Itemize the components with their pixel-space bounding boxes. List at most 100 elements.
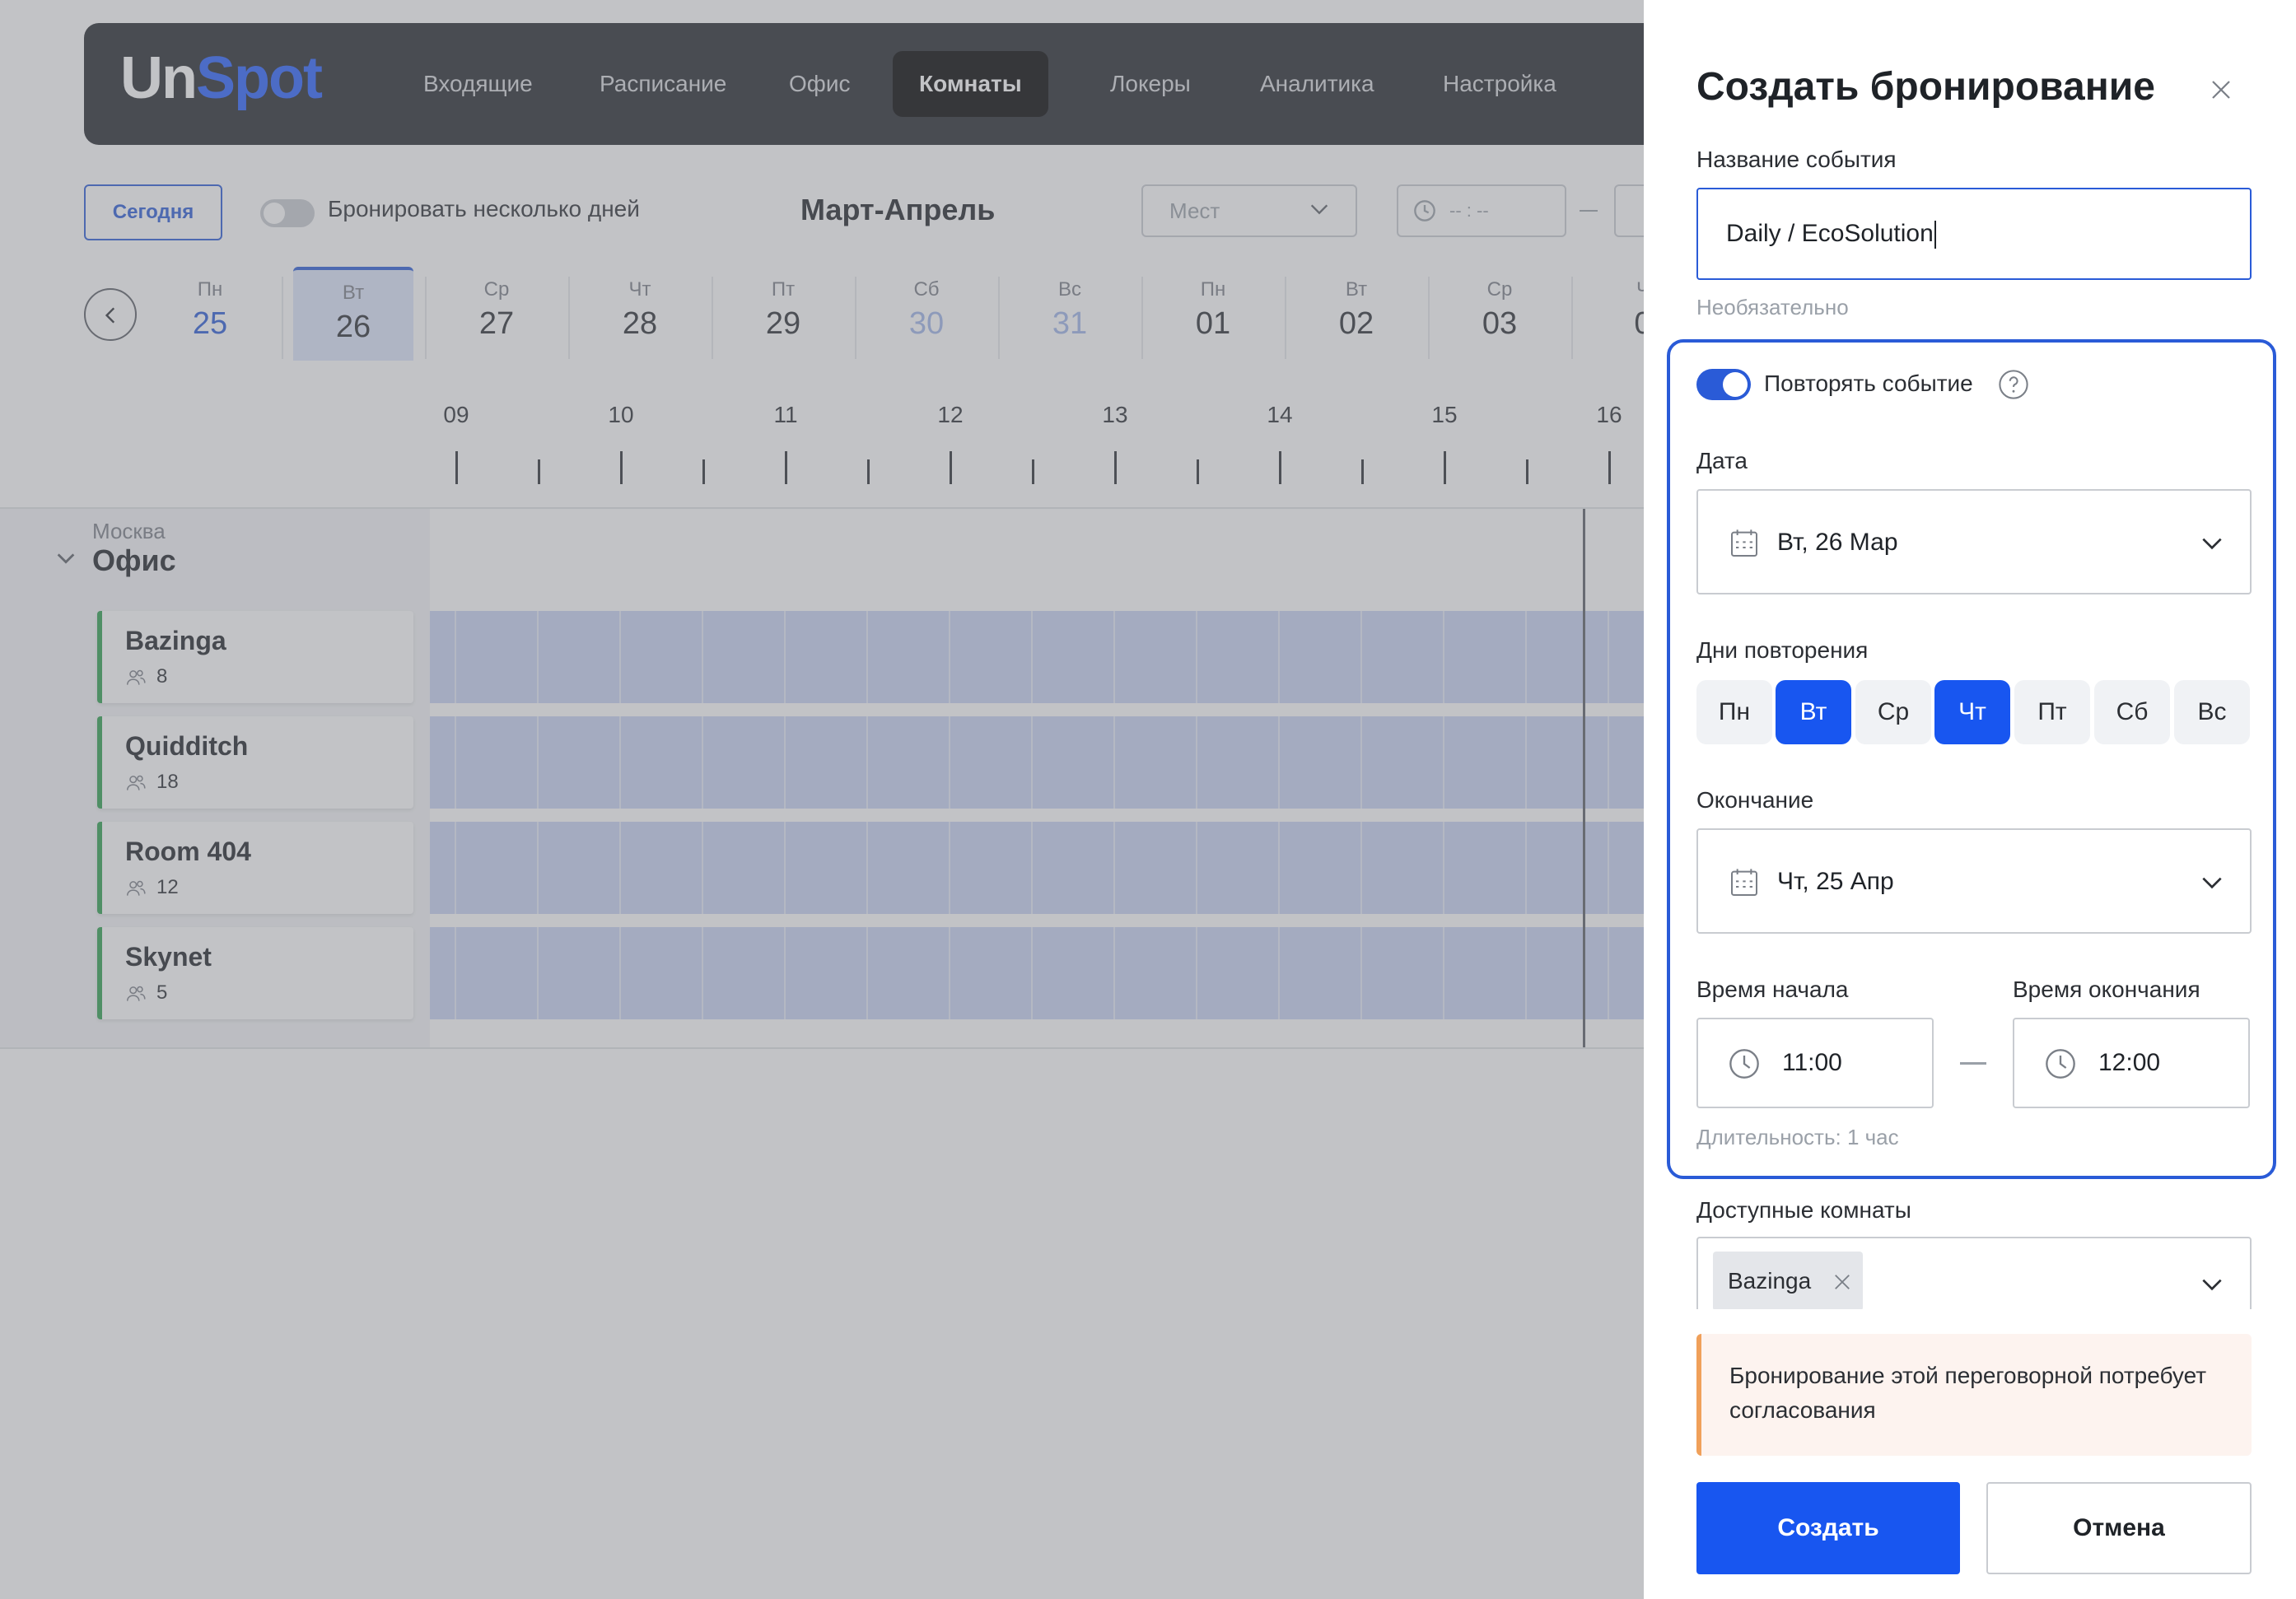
repeat-day-button[interactable]: Вт <box>1776 680 1851 744</box>
time-slot-divider <box>702 716 703 809</box>
room-timeline-row[interactable] <box>430 822 1644 914</box>
day-column[interactable]: Ч0 <box>1583 267 1644 361</box>
remove-icon[interactable] <box>1833 1273 1851 1291</box>
nav-item-analytics[interactable]: Аналитика <box>1234 51 1401 117</box>
day-name: Пн <box>1200 278 1226 301</box>
time-filter-start[interactable]: -- : -- <box>1397 184 1566 237</box>
chevron-down-icon <box>2202 538 2222 550</box>
day-column[interactable]: Пн 25 <box>150 267 270 361</box>
time-slot-divider <box>619 716 621 809</box>
create-booking-drawer: Создать бронирование Название события Da… <box>1644 0 2296 1599</box>
room-timeline-row[interactable] <box>430 927 1644 1019</box>
day-date: 29 <box>765 306 801 341</box>
day-date: 27 <box>478 306 515 341</box>
multi-days-toggle[interactable] <box>260 199 315 227</box>
time-slot-divider <box>619 611 621 703</box>
time-slot-divider <box>1278 716 1280 809</box>
room-timeline-row[interactable] <box>430 716 1644 809</box>
day-column[interactable]: Сб 30 <box>866 267 987 361</box>
day-divider <box>425 277 427 359</box>
room-timeline-row[interactable] <box>430 611 1644 703</box>
time-slot-divider <box>949 927 950 1019</box>
clock-icon <box>2046 1049 2075 1079</box>
day-column[interactable]: Вс 31 <box>1010 267 1130 361</box>
repeat-day-button[interactable]: Вс <box>2174 680 2250 744</box>
repeat-toggle[interactable] <box>1696 369 1751 400</box>
day-date: 30 <box>908 306 945 341</box>
start-time-input[interactable]: 11:00 <box>1696 1018 1934 1108</box>
available-rooms-select[interactable]: Bazinga <box>1696 1237 2252 1309</box>
hour-tick <box>950 451 952 484</box>
calendar-icon <box>1731 529 1757 557</box>
day-date: 28 <box>622 306 658 341</box>
nav-item-rooms[interactable]: Комнаты <box>893 51 1048 117</box>
half-hour-tick <box>538 459 540 484</box>
repeat-day-button[interactable]: Пт <box>2014 680 2090 744</box>
nav-item-inbox[interactable]: Входящие <box>397 51 559 117</box>
help-icon[interactable] <box>1998 369 2029 400</box>
text-caret <box>1934 221 1936 249</box>
hour-tick <box>1608 451 1611 484</box>
places-select[interactable]: Мест <box>1141 184 1357 237</box>
time-slot-divider <box>1525 716 1527 809</box>
day-column[interactable]: Чт 28 <box>580 267 700 361</box>
time-slot-divider <box>1196 927 1197 1019</box>
chevron-down-icon[interactable] <box>54 547 77 570</box>
half-hour-tick <box>1361 459 1364 484</box>
day-date: 26 <box>335 310 371 344</box>
nav-item-schedule[interactable]: Расписание <box>573 51 753 117</box>
start-time-value: 11:00 <box>1782 1049 1842 1076</box>
day-column[interactable]: Пн 01 <box>1153 267 1273 361</box>
day-column[interactable]: Вт 02 <box>1296 267 1416 361</box>
room-card[interactable]: Room 404 12 <box>97 822 413 914</box>
day-column[interactable]: Пт 29 <box>723 267 843 361</box>
date-select[interactable]: Вт, 26 Мар <box>1696 489 2252 594</box>
cancel-button[interactable]: Отмена <box>1986 1482 2252 1574</box>
day-column[interactable]: Ср 27 <box>436 267 557 361</box>
room-card[interactable]: Bazinga 8 <box>97 611 413 703</box>
today-button[interactable]: Сегодня <box>84 184 222 240</box>
repeat-days-label: Дни повторения <box>1696 637 1869 663</box>
time-slot-divider <box>949 716 950 809</box>
period-title: Март-Апрель <box>800 193 996 226</box>
hour-label: 13 <box>1102 402 1128 427</box>
event-name-input[interactable]: Daily / EcoSolution <box>1696 188 2252 280</box>
hour-label: 15 <box>1431 402 1458 427</box>
time-slot-divider <box>1525 927 1527 1019</box>
time-slot-divider <box>1443 611 1444 703</box>
day-column[interactable]: Ср 03 <box>1440 267 1560 361</box>
unspot-logo[interactable]: UnSpot <box>120 44 323 112</box>
create-button[interactable]: Создать <box>1696 1482 1960 1574</box>
time-filter-end[interactable] <box>1614 184 1644 237</box>
chevron-down-icon <box>1310 204 1328 215</box>
day-divider <box>1571 277 1573 359</box>
time-slot-divider <box>1196 716 1197 809</box>
room-card[interactable]: Skynet 5 <box>97 927 413 1019</box>
day-divider <box>855 277 856 359</box>
repeat-day-button[interactable]: Ср <box>1855 680 1931 744</box>
day-name: Сб <box>913 278 940 301</box>
repeat-day-button[interactable]: Пн <box>1696 680 1772 744</box>
end-date-select[interactable]: Чт, 25 Апр <box>1696 828 2252 934</box>
room-card[interactable]: Quidditch 18 <box>97 716 413 809</box>
day-column[interactable]: Вт 26 <box>293 267 413 361</box>
nav-item-office[interactable]: Офис <box>763 51 876 117</box>
time-slot-divider <box>866 611 868 703</box>
time-slot-divider <box>1278 927 1280 1019</box>
close-icon[interactable] <box>2209 77 2233 102</box>
repeat-day-button[interactable]: Сб <box>2094 680 2170 744</box>
day-divider <box>712 277 713 359</box>
day-divider <box>1141 277 1143 359</box>
repeat-day-button[interactable]: Чт <box>1934 680 2010 744</box>
time-slot-divider <box>1608 822 1609 914</box>
date-label: Дата <box>1696 448 1748 473</box>
time-slot-divider <box>784 822 786 914</box>
prev-period-button[interactable] <box>84 288 137 341</box>
time-slot-divider <box>949 822 950 914</box>
nav-item-lockers[interactable]: Локеры <box>1084 51 1217 117</box>
end-time-input[interactable]: 12:00 <box>2013 1018 2250 1108</box>
location-city: Москва <box>92 519 166 543</box>
time-slot-divider <box>1608 611 1609 703</box>
nav-item-settings[interactable]: Настройка <box>1416 51 1583 117</box>
divider <box>0 1047 1644 1049</box>
